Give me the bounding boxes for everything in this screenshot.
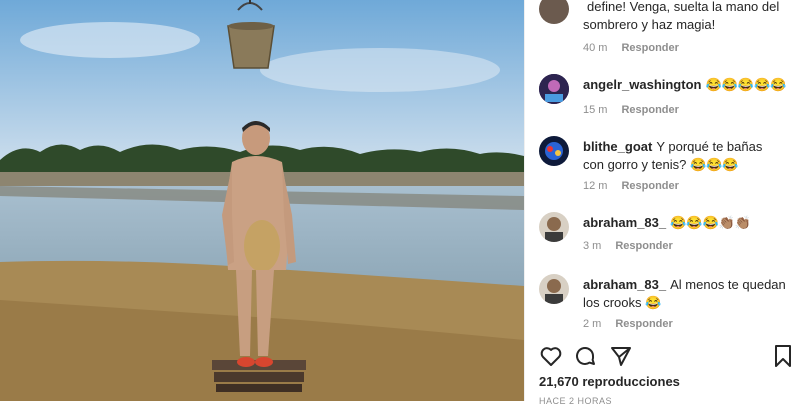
comment-time[interactable]: 2 m [583, 318, 601, 330]
avatar[interactable] [539, 136, 569, 166]
avatar[interactable] [539, 274, 569, 304]
comment-time[interactable]: 12 m [583, 180, 607, 192]
comment-text: abraham_83_ Al menos te quedan los crooks… [583, 276, 798, 312]
comment-item: abraham_83_ 😂😂😂👏🏽👏🏽 3 m Responder [539, 212, 795, 256]
paper-plane-icon[interactable] [609, 344, 633, 368]
comment-username[interactable]: abraham_83_ [583, 215, 666, 230]
comment-meta: 12 m Responder [583, 180, 679, 192]
reply-button[interactable]: Responder [621, 42, 678, 54]
comment-item: blithe_goat Y porqué te bañas con gorro y… [539, 136, 795, 196]
comment-username[interactable]: angelr_washington [583, 77, 701, 92]
reply-button[interactable]: Responder [615, 240, 672, 252]
comment-text: abraham_83_ 😂😂😂👏🏽👏🏽 [583, 214, 795, 232]
video-frame [0, 0, 524, 401]
comment-username[interactable]: blithe_goat [583, 139, 652, 154]
comment-time[interactable]: 3 m [583, 240, 601, 252]
comment-item: angelr_washington 😂😂😂😂😂 15 m Responder [539, 74, 795, 118]
comment-time[interactable]: 15 m [583, 104, 607, 116]
comment-text: blithe_goat Y porqué te bañas con gorro y… [583, 138, 783, 174]
comment-body: 😂😂😂😂😂 [705, 77, 787, 92]
comments-panel: define! Venga, suelta la mano del sombre… [524, 0, 803, 406]
bookmark-icon[interactable] [771, 344, 795, 368]
comment-meta: 2 m Responder [583, 318, 673, 330]
post-timestamp: HACE 2 HORAS [539, 396, 613, 406]
reply-button[interactable]: Responder [621, 180, 678, 192]
comment-icon[interactable] [573, 344, 597, 368]
comment-meta: 3 m Responder [583, 240, 673, 252]
avatar[interactable] [539, 0, 569, 24]
avatar[interactable] [539, 212, 569, 242]
comment-username[interactable]: abraham_83_ [583, 277, 666, 292]
comment-text: angelr_washington 😂😂😂😂😂 [583, 76, 795, 94]
view-count[interactable]: 21,670 reproducciones [539, 374, 680, 389]
comment-item: define! Venga, suelta la mano del sombre… [539, 0, 795, 60]
avatar[interactable] [539, 74, 569, 104]
comment-meta: 15 m Responder [583, 104, 679, 116]
comment-meta: 40 m Responder [583, 42, 679, 54]
comment-item: abraham_83_ Al menos te quedan los crooks… [539, 274, 795, 334]
comment-time[interactable]: 40 m [583, 42, 607, 54]
reply-button[interactable]: Responder [615, 318, 672, 330]
comment-body: define! Venga, suelta la mano del sombre… [583, 0, 780, 32]
video-player[interactable] [0, 0, 524, 401]
action-bar [539, 344, 795, 370]
reply-button[interactable]: Responder [621, 104, 678, 116]
heart-icon[interactable] [539, 344, 563, 368]
comment-body: 😂😂😂👏🏽👏🏽 [670, 215, 752, 230]
comment-text: define! Venga, suelta la mano del sombre… [583, 0, 795, 34]
